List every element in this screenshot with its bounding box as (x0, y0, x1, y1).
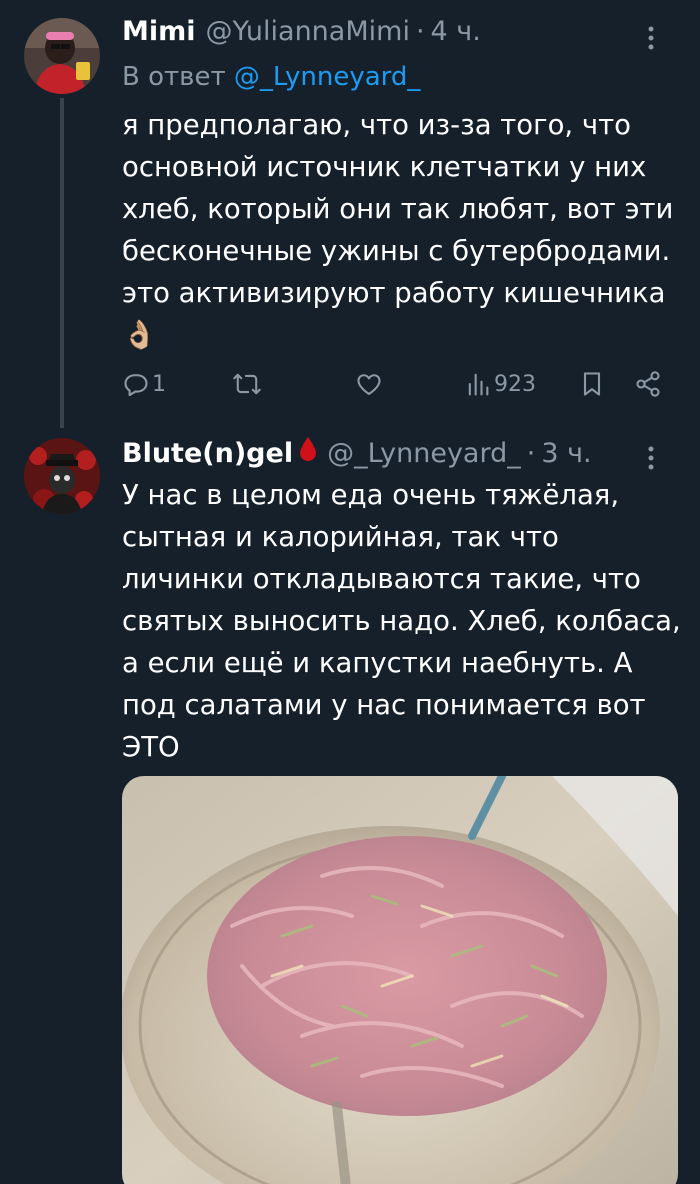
views-button[interactable]: 923 (466, 370, 536, 398)
reply-icon (124, 374, 148, 397)
share-icon (636, 371, 660, 397)
bookmark-button[interactable] (580, 370, 604, 398)
tweet-text-content: У нас в целом еда очень тяжёлая, сытная … (122, 479, 681, 763)
timestamp[interactable]: 4 ч. (431, 16, 481, 47)
tweet-header: Mimi @YuliannaMimi · 4 ч. (122, 16, 481, 47)
thread-line (60, 98, 64, 428)
timestamp[interactable]: 3 ч. (541, 438, 591, 469)
salad-photo (122, 776, 678, 1184)
avatar[interactable] (24, 18, 100, 94)
reply-prefix: В ответ (122, 62, 226, 92)
handle[interactable]: @YuliannaMimi (206, 16, 410, 47)
retweet-button[interactable] (232, 370, 262, 398)
reply-context: В ответ @_Lynneyard_ (122, 62, 420, 92)
share-button[interactable] (634, 370, 662, 398)
retweet-icon (233, 373, 261, 395)
handle[interactable]: @_Lynneyard_ (327, 438, 521, 469)
reply-count: 1 (152, 371, 166, 397)
tweet-photo[interactable] (122, 776, 678, 1184)
reply-button[interactable]: 1 (122, 370, 166, 398)
tweet-text: я предполагаю, что из-за того, что основ… (122, 104, 682, 356)
more-options-icon[interactable] (638, 26, 664, 50)
tweet-text-content: я предполагаю, что из-за того, что основ… (122, 109, 674, 309)
separator: · (415, 16, 425, 47)
display-name[interactable]: Blute(n)gel (122, 438, 293, 469)
tweet-text: У нас в целом еда очень тяжёлая, сытная … (122, 474, 682, 768)
views-count: 923 (494, 371, 536, 397)
blood-drop-icon (299, 436, 317, 469)
more-options-icon[interactable] (638, 446, 664, 470)
like-button[interactable] (355, 370, 383, 398)
separator: · (526, 438, 536, 469)
bookmark-icon (583, 372, 601, 396)
display-name[interactable]: Mimi (122, 16, 196, 47)
action-bar: 1 923 (122, 370, 662, 400)
reply-mention-link[interactable]: @_Lynneyard_ (234, 62, 421, 92)
ok-hand-emoji: 👌🏼 (122, 318, 157, 351)
tweet-header: Blute(n)gel @_Lynneyard_ · 3 ч. (122, 436, 592, 469)
views-icon (468, 373, 489, 396)
avatar[interactable] (24, 438, 100, 514)
heart-icon (357, 374, 381, 395)
